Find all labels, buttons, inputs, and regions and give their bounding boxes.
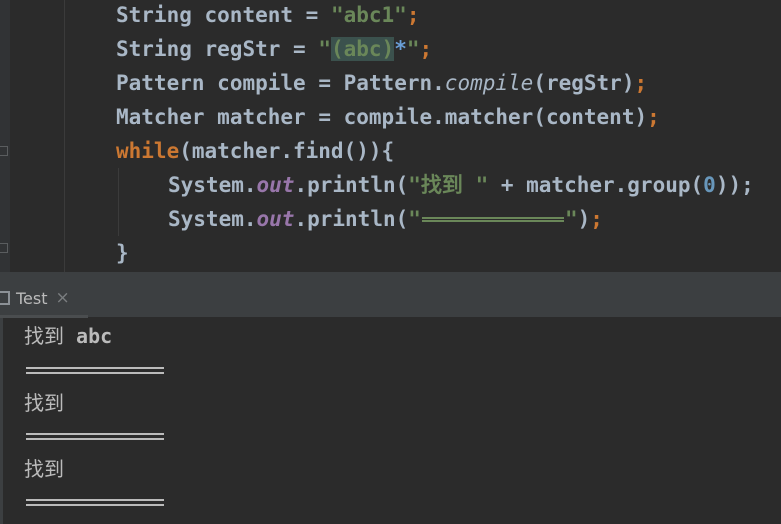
static-field: out: [256, 207, 295, 231]
code-line-5: while(matcher.find()){: [116, 134, 394, 168]
static-method: compile: [444, 71, 534, 95]
type-name: Matcher: [116, 105, 205, 129]
semicolon: ;: [419, 37, 433, 61]
semicolon: ;: [406, 3, 420, 27]
console-separator: [26, 433, 164, 440]
class-name: Pattern: [343, 71, 433, 95]
type-name: String: [116, 37, 192, 61]
fold-marker-icon[interactable]: [0, 243, 8, 253]
variable-name: matcher: [217, 105, 306, 129]
type-name: Pattern: [116, 71, 205, 95]
console-line: 找到: [24, 452, 64, 486]
loop-expression: (matcher.find()){: [179, 139, 395, 163]
static-field: out: [256, 173, 295, 197]
code-line-2: String regStr = "(abc)*";: [116, 37, 433, 61]
argument: content: [545, 105, 635, 129]
semicolon: ;: [590, 207, 603, 231]
argument: regStr: [545, 71, 622, 95]
object-name: compile: [343, 105, 433, 129]
closing-brace: }: [116, 241, 129, 265]
keyword-while: while: [116, 139, 180, 163]
code-line-3: Pattern compile = Pattern.compile(regStr…: [116, 71, 648, 95]
code-line-4: Matcher matcher = compile.matcher(conten…: [116, 105, 660, 129]
code-line-6: System.out.println("找到 " + matcher.group…: [168, 173, 754, 197]
run-toolbar: Test ×: [0, 272, 781, 318]
string-literal: "找到 ": [408, 173, 489, 197]
console-separator: [26, 499, 164, 506]
class-name: System: [168, 207, 244, 231]
regex-group: (abc): [330, 37, 395, 61]
string-open-quote: ": [408, 207, 421, 231]
console-gutter: [0, 318, 3, 524]
ide-window: String content = "abc1"; String regStr =…: [0, 0, 781, 524]
variable-name: content: [204, 3, 294, 27]
output-found-label: 找到: [24, 391, 64, 415]
code-editor[interactable]: String content = "abc1"; String regStr =…: [0, 0, 781, 272]
string-close-quote: ": [564, 207, 578, 231]
variable-name: regStr: [204, 37, 281, 61]
editor-gutter: [0, 0, 10, 272]
indent-guide: [118, 168, 119, 236]
output-match: abc: [64, 324, 113, 348]
string-open-quote: ": [318, 37, 331, 61]
type-name: String: [116, 3, 192, 27]
output-found-label: 找到: [24, 457, 64, 481]
code-line-1: String content = "abc1";: [116, 3, 420, 27]
expression-rest: + matcher.group(: [488, 173, 704, 197]
output-found-label: 找到: [24, 324, 64, 348]
close-icon[interactable]: ×: [56, 289, 70, 307]
console-line: 找到 abc: [24, 319, 112, 353]
close-parens: ));: [715, 173, 754, 197]
console-line: 找到: [24, 386, 64, 420]
indent-guide: [64, 0, 65, 272]
fold-marker-icon[interactable]: [0, 146, 8, 156]
code-line-7: System.out.println(" ");: [168, 207, 603, 231]
number-literal: 0: [703, 173, 716, 197]
semicolon: ;: [647, 105, 660, 129]
string-close-quote: ": [406, 37, 420, 61]
method-name: println: [307, 173, 396, 197]
code-line-8: }: [116, 236, 129, 270]
variable-name: compile: [217, 71, 306, 95]
tab-label: Test: [16, 288, 48, 308]
console-separator: [26, 367, 164, 374]
class-name: System: [168, 173, 244, 197]
string-literal: "abc1": [330, 3, 407, 27]
method-name: matcher: [444, 105, 534, 129]
console-output[interactable]: 找到 abc 找到 找到: [0, 318, 781, 524]
run-config-icon: [0, 291, 10, 305]
method-name: println: [307, 207, 396, 231]
run-tab-test[interactable]: Test ×: [0, 278, 80, 318]
semicolon: ;: [634, 71, 648, 95]
regex-quantifier: *: [394, 37, 407, 61]
separator-string-glyph: [421, 216, 564, 222]
